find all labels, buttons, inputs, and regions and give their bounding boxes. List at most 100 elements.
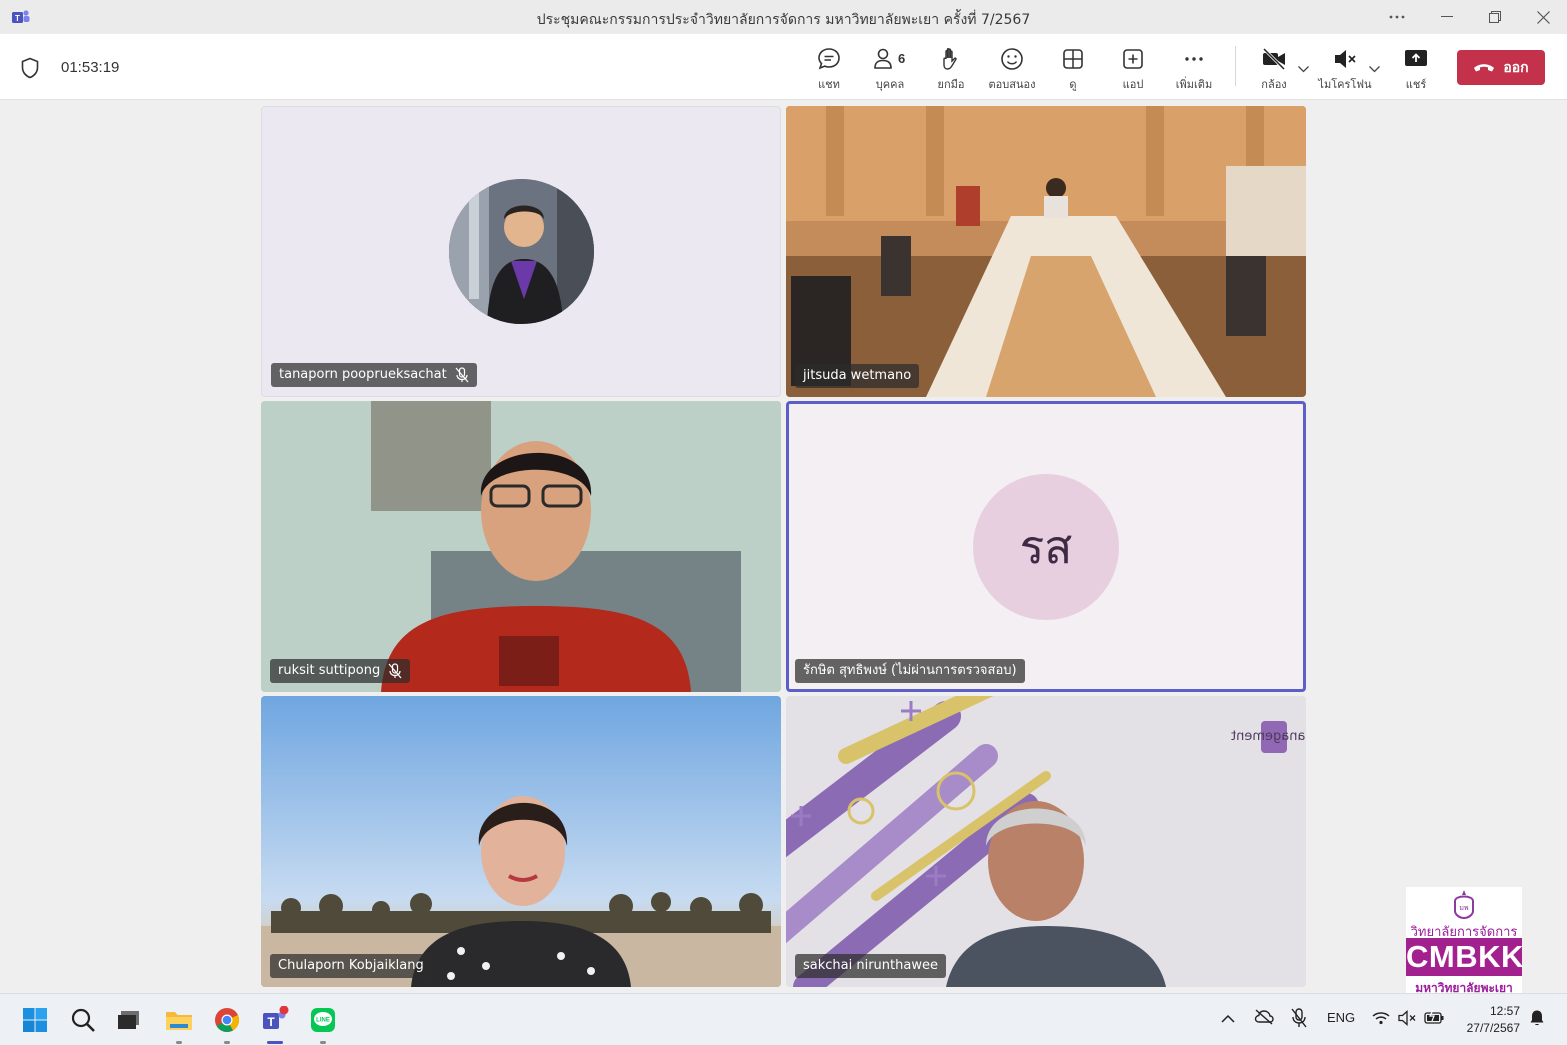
chat-icon [818,48,840,70]
people-icon [874,48,892,69]
volume-muted-icon[interactable] [1398,1010,1416,1029]
participant-name: jitsuda wetmano [803,368,912,383]
svg-text:T: T [267,1015,275,1029]
notification-bell-icon[interactable] [1529,1009,1545,1030]
people-label: บุคคล [875,78,905,91]
react-button[interactable]: ตอบสนอง [982,44,1042,94]
react-label: ตอบสนอง [988,78,1036,91]
clock-date: 27/7/2567 [1466,1021,1520,1035]
chrome-button[interactable] [211,1004,243,1044]
raise-hand-label: ยกมือ [937,78,965,91]
wifi-icon[interactable] [1372,1011,1390,1028]
windows-start-button[interactable] [19,1004,51,1036]
participant-tile-active-speaker[interactable]: รส รักษิต สุทธิพงษ์ (ไม่ผ่านการตรวจสอบ) [786,401,1306,692]
teams-taskbar-button[interactable]: T [259,1004,291,1044]
emoji-icon [1001,48,1023,70]
participant-avatar-photo [449,179,594,324]
participant-tile[interactable]: jitsuda wetmano [786,106,1306,397]
people-count: 6 [898,51,906,66]
participant-tile[interactable]: College of Management sakchai nirunthawe… [786,696,1306,987]
windows-taskbar: T LINE ENG 12:57 27/7/2567 [0,993,1567,1045]
share-label: แชร์ [1405,78,1427,91]
clock-time: 12:57 [1489,1004,1520,1018]
more-button[interactable]: เพิ่มเติม [1164,44,1224,94]
file-explorer-button[interactable] [163,1004,195,1044]
university-emblem-icon: มพ [1454,890,1474,919]
svg-text:College of Management: College of Management [1231,729,1306,744]
folder-icon [166,1012,192,1030]
more-label: เพิ่มเติม [1175,78,1213,91]
participant-tile[interactable]: tanaporn pooprueksachat [261,106,781,397]
participant-name-tag: jitsuda wetmano [795,364,920,388]
chat-button[interactable]: แชท [799,44,859,94]
share-screen-icon [1405,50,1427,66]
close-button[interactable] [1520,0,1566,34]
active-indicator [267,1041,283,1044]
system-clock[interactable]: 12:57 27/7/2567 [1458,1003,1520,1037]
leave-button[interactable]: ออก [1457,50,1545,85]
apps-label: แอป [1122,78,1144,91]
microphone-muted-tray-icon[interactable] [1291,1008,1307,1031]
hang-up-icon [1474,63,1495,71]
share-button[interactable]: แชร์ [1386,44,1446,94]
more-options-icon[interactable] [1374,0,1420,34]
camera-label: กล้อง [1261,78,1287,91]
restore-button[interactable] [1472,0,1518,34]
onedrive-offline-icon[interactable] [1254,1009,1274,1028]
participant-name: tanaporn pooprueksachat [279,367,447,382]
participant-name-tag: tanaporn pooprueksachat [271,363,477,387]
participant-name-tag: รักษิต สุทธิพงษ์ (ไม่ผ่านการตรวจสอบ) [795,659,1025,683]
view-label: ดู [1069,78,1077,91]
participant-video: College of Management [786,696,1306,987]
participant-name-tag: ruksit suttipong [270,659,411,683]
camera-options-chevron-icon[interactable] [1298,62,1309,76]
task-view-button[interactable] [113,1004,145,1036]
meeting-timer: 01:53:19 [61,59,120,76]
minimize-button[interactable] [1424,0,1470,34]
title-bar: T ประชุมคณะกรรมการประจำวิทยาลัยการจัดการ… [0,0,1567,34]
participant-initials-avatar: รส [973,474,1119,620]
participant-video [261,401,781,692]
running-indicator [224,1041,230,1044]
line-app-button[interactable]: LINE [307,1004,339,1044]
participant-tile[interactable]: ruksit suttipong [261,401,781,692]
camera-button[interactable]: กล้อง [1244,44,1304,94]
running-indicator [320,1041,326,1044]
raise-hand-button[interactable]: ยกมือ [921,44,981,94]
search-icon [71,1008,95,1032]
mic-off-icon [455,367,469,383]
participant-name: Chulaporn Kobjaiklang [278,958,424,973]
participant-video [261,796,781,987]
raise-hand-icon [943,48,957,70]
camera-off-icon [1262,47,1286,71]
participant-video [786,106,1306,397]
input-language[interactable]: ENG [1327,1010,1355,1025]
leave-label: ออก [1503,59,1529,76]
task-view-icon [118,1011,139,1029]
windows-logo-icon [23,1008,47,1032]
line-icon: LINE [311,1008,335,1032]
participant-name: sakchai nirunthawee [803,958,938,973]
shield-icon[interactable] [20,57,40,79]
meeting-toolbar: 01:53:19 แชท 6 บุคคล ยกมือ ตอบสนอง ดู แอ… [0,34,1567,100]
participant-name-tag: sakchai nirunthawee [795,954,946,978]
toolbar-divider [1235,46,1236,86]
svg-text:LINE: LINE [316,1018,330,1024]
participant-name: ruksit suttipong [278,663,381,678]
more-icon [1185,57,1203,61]
mic-label: ไมโครโฟน [1318,78,1372,91]
mic-options-chevron-icon[interactable] [1369,62,1380,76]
taskbar-search-button[interactable] [67,1004,99,1036]
mic-off-icon [388,663,402,679]
show-hidden-icons-chevron-icon[interactable] [1221,1011,1235,1026]
people-button[interactable]: 6 บุคคล [860,44,920,94]
mic-button[interactable]: ไมโครโฟน [1315,44,1375,94]
view-button[interactable]: ดู [1043,44,1103,94]
grid-view-icon [1063,49,1083,69]
running-indicator [176,1041,182,1044]
apps-button[interactable]: แอป [1103,44,1163,94]
window-title: ประชุมคณะกรรมการประจำวิทยาลัยการจัดการ ม… [536,12,1031,28]
battery-charging-icon[interactable] [1424,1009,1444,1028]
participant-tile[interactable]: Chulaporn Kobjaiklang [261,696,781,987]
teams-icon: T [263,1006,289,1029]
